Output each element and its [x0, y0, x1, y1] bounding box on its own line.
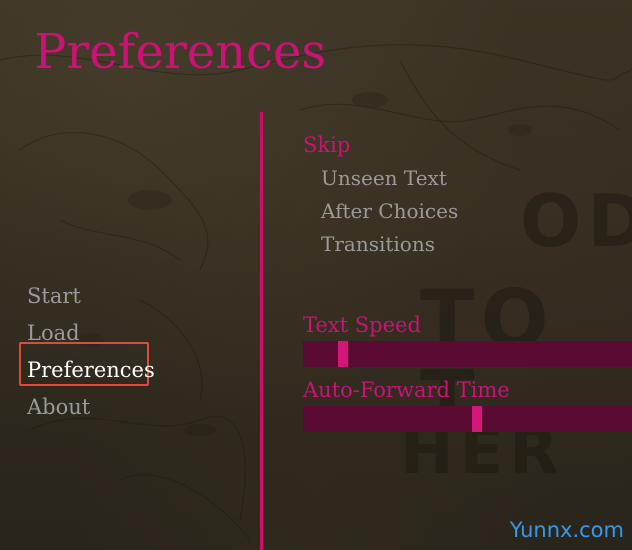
nav-item-preferences[interactable]: Preferences [27, 356, 155, 393]
auto-forward-slider-thumb[interactable] [472, 406, 482, 432]
skip-transitions-option[interactable]: Transitions [321, 232, 435, 256]
watermark: Yunnx.com [509, 518, 624, 542]
nav-item-load[interactable]: Load [27, 319, 155, 356]
nav-item-start[interactable]: Start [27, 282, 155, 319]
skip-label: Skip [303, 133, 351, 157]
vertical-divider [260, 112, 263, 550]
page-title: Preferences [34, 24, 327, 80]
text-speed-slider-thumb[interactable] [338, 341, 348, 367]
text-speed-label: Text Speed [303, 313, 421, 337]
auto-forward-slider[interactable] [303, 406, 632, 432]
auto-forward-label: Auto-Forward Time [303, 378, 510, 402]
text-speed-slider[interactable] [303, 341, 632, 367]
skip-after-choices-option[interactable]: After Choices [321, 199, 458, 223]
main-menu: Start Load Preferences About [27, 282, 155, 430]
nav-item-about[interactable]: About [27, 393, 155, 430]
background-art-text: OD [520, 179, 632, 263]
skip-unseen-text-option[interactable]: Unseen Text [321, 166, 447, 190]
